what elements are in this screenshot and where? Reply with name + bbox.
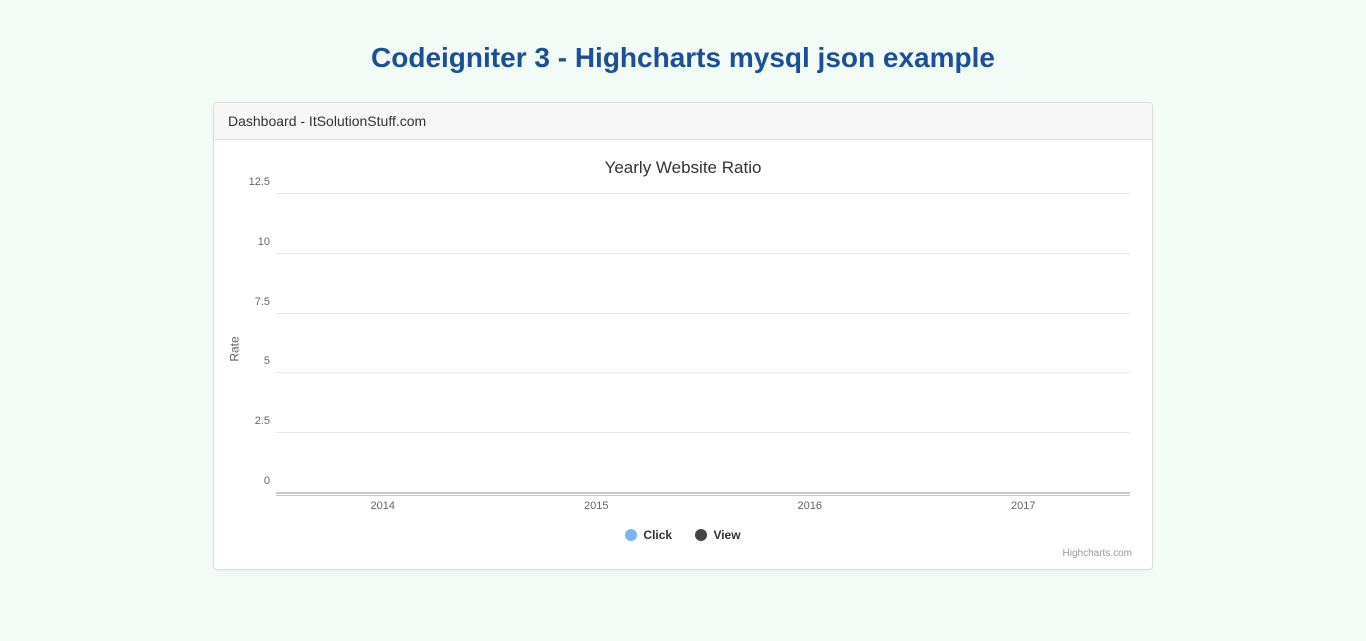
legend-marker-icon	[695, 529, 707, 541]
y-tick-label: 0	[240, 475, 270, 487]
highcharts-credit-link[interactable]: Highcharts.com	[1063, 548, 1132, 559]
chart-container: Yearly Website Ratio Rate 02.557.51012.5…	[214, 140, 1152, 569]
legend-item-view[interactable]: View	[695, 528, 740, 542]
x-tick-label: 2014	[276, 495, 490, 513]
legend-label: View	[713, 528, 740, 542]
dashboard-panel: Dashboard - ItSolutionStuff.com Yearly W…	[213, 102, 1153, 570]
legend-marker-icon	[625, 529, 637, 541]
page-title: Codeigniter 3 - Highcharts mysql json ex…	[0, 42, 1366, 74]
x-tick-label: 2017	[917, 495, 1131, 513]
chart-legend: Click View	[224, 528, 1142, 544]
panel-header: Dashboard - ItSolutionStuff.com	[214, 103, 1152, 140]
x-tick-label: 2015	[490, 495, 704, 513]
x-tick-label: 2016	[703, 495, 917, 513]
y-tick-label: 12.5	[240, 176, 270, 188]
chart-credits: Highcharts.com	[224, 548, 1142, 565]
chart-title: Yearly Website Ratio	[224, 158, 1142, 178]
y-tick-label: 5	[240, 355, 270, 367]
chart-plot-area: Rate 02.557.51012.52014201520162017	[276, 184, 1130, 514]
legend-label: Click	[643, 528, 672, 542]
legend-item-click[interactable]: Click	[625, 528, 672, 542]
y-tick-label: 10	[240, 236, 270, 248]
bar-groups: 2014201520162017	[276, 194, 1130, 493]
y-tick-label: 2.5	[240, 415, 270, 427]
y-tick-label: 7.5	[240, 296, 270, 308]
